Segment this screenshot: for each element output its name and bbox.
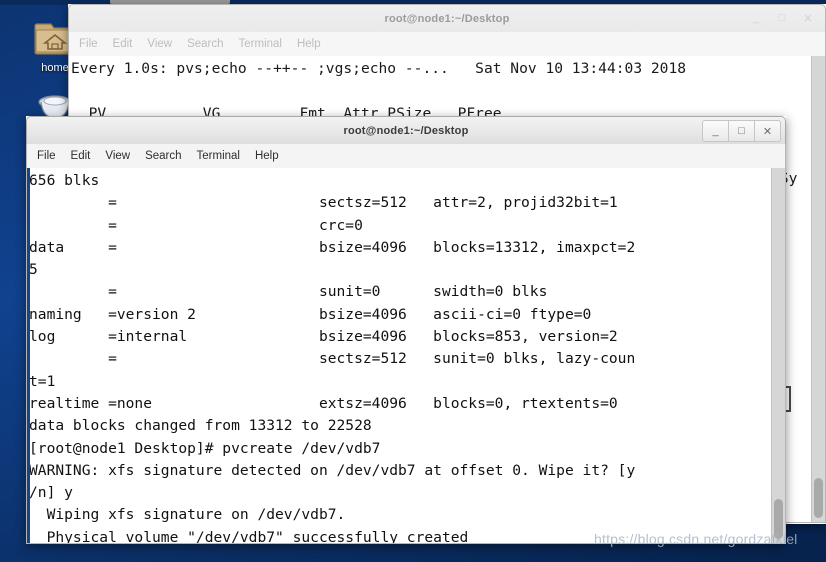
- fg-line-7: log =internal bsize=4096 blocks=853, ver…: [29, 328, 618, 346]
- terminal-text-background: Every 1.0s: pvs;echo --++-- ;vgs;echo --…: [69, 56, 825, 125]
- bg-line-0: Every 1.0s: pvs;echo --++-- ;vgs;echo --…: [71, 60, 687, 77]
- terminal-text-active: 656 blks = sectsz=512 attr=2, projid32bi…: [27, 168, 785, 544]
- window-title: root@node1:~/Desktop: [384, 12, 510, 25]
- maximize-button[interactable]: □: [728, 120, 754, 142]
- terminal-output-active[interactable]: 656 blks = sectsz=512 attr=2, projid32bi…: [26, 168, 786, 544]
- titlebar-active-window[interactable]: root@node1:~/Desktop _ □ ✕: [26, 116, 786, 144]
- window-title: root@node1:~/Desktop: [343, 124, 469, 137]
- minimize-button[interactable]: _: [743, 8, 769, 28]
- close-button[interactable]: ✕: [795, 8, 821, 28]
- menu-terminal[interactable]: Terminal: [197, 150, 240, 162]
- terminal-focus-accent: [27, 168, 30, 543]
- fg-line-15: Wiping xfs signature on /dev/vdb7.: [29, 506, 346, 524]
- menubar-active-window[interactable]: File Edit View Search Terminal Help: [26, 144, 786, 168]
- maximize-button[interactable]: □: [769, 8, 795, 28]
- menu-view[interactable]: View: [147, 38, 172, 50]
- fg-line-16: Physical volume "/dev/vdb7" successfully…: [29, 528, 469, 544]
- fg-line-8: = sectsz=512 sunit=0 blks, lazy-coun: [29, 350, 636, 368]
- scrollbar-thumb[interactable]: [814, 478, 823, 518]
- scrollbar-background-window[interactable]: [811, 56, 825, 522]
- scrollbar-active-window[interactable]: [771, 168, 785, 543]
- fg-line-3: data = bsize=4096 blocks=13312, imaxpct=…: [29, 238, 636, 256]
- menu-file[interactable]: File: [37, 150, 56, 162]
- watermark: https://blog.csdn.net/gordzafkiel: [594, 531, 798, 547]
- menu-help[interactable]: Help: [255, 150, 279, 162]
- menu-edit[interactable]: Edit: [71, 150, 91, 162]
- terminal-window-active[interactable]: root@node1:~/Desktop _ □ ✕ File Edit Vie…: [26, 116, 786, 544]
- fg-line-4: 5: [29, 261, 38, 279]
- fg-line-10: realtime =none extsz=4096 blocks=0, rtex…: [29, 394, 618, 412]
- menu-help[interactable]: Help: [297, 38, 321, 50]
- fg-line-11: data blocks changed from 13312 to 22528: [29, 417, 372, 435]
- fg-line-2: = crc=0: [29, 216, 363, 234]
- fg-line-1: = sectsz=512 attr=2, projid32bit=1: [29, 194, 618, 212]
- fg-line-5: = sunit=0 swidth=0 blks: [29, 283, 548, 301]
- titlebar-background-window[interactable]: root@node1:~/Desktop _ □ ✕: [68, 4, 826, 32]
- menu-file[interactable]: File: [79, 38, 98, 50]
- menu-view[interactable]: View: [105, 150, 130, 162]
- fg-line-14: /n] y: [29, 484, 73, 502]
- menu-search[interactable]: Search: [145, 150, 181, 162]
- menubar-background-window[interactable]: File Edit View Search Terminal Help: [68, 32, 826, 56]
- fg-line-13: WARNING: xfs signature detected on /dev/…: [29, 461, 636, 479]
- menu-search[interactable]: Search: [187, 38, 223, 50]
- window-controls[interactable]: _ □ ✕: [743, 8, 821, 28]
- window-controls[interactable]: _ □ ✕: [702, 120, 781, 142]
- menu-edit[interactable]: Edit: [113, 38, 133, 50]
- minimize-button[interactable]: _: [702, 120, 728, 142]
- fg-line-0: 656 blks: [29, 172, 100, 189]
- menu-terminal[interactable]: Terminal: [239, 38, 282, 50]
- close-button[interactable]: ✕: [754, 120, 781, 142]
- fg-line-12: [root@node1 Desktop]# pvcreate /dev/vdb7: [29, 439, 381, 457]
- fg-line-6: naming =version 2 bsize=4096 ascii-ci=0 …: [29, 305, 592, 323]
- fg-line-9: t=1: [29, 372, 56, 390]
